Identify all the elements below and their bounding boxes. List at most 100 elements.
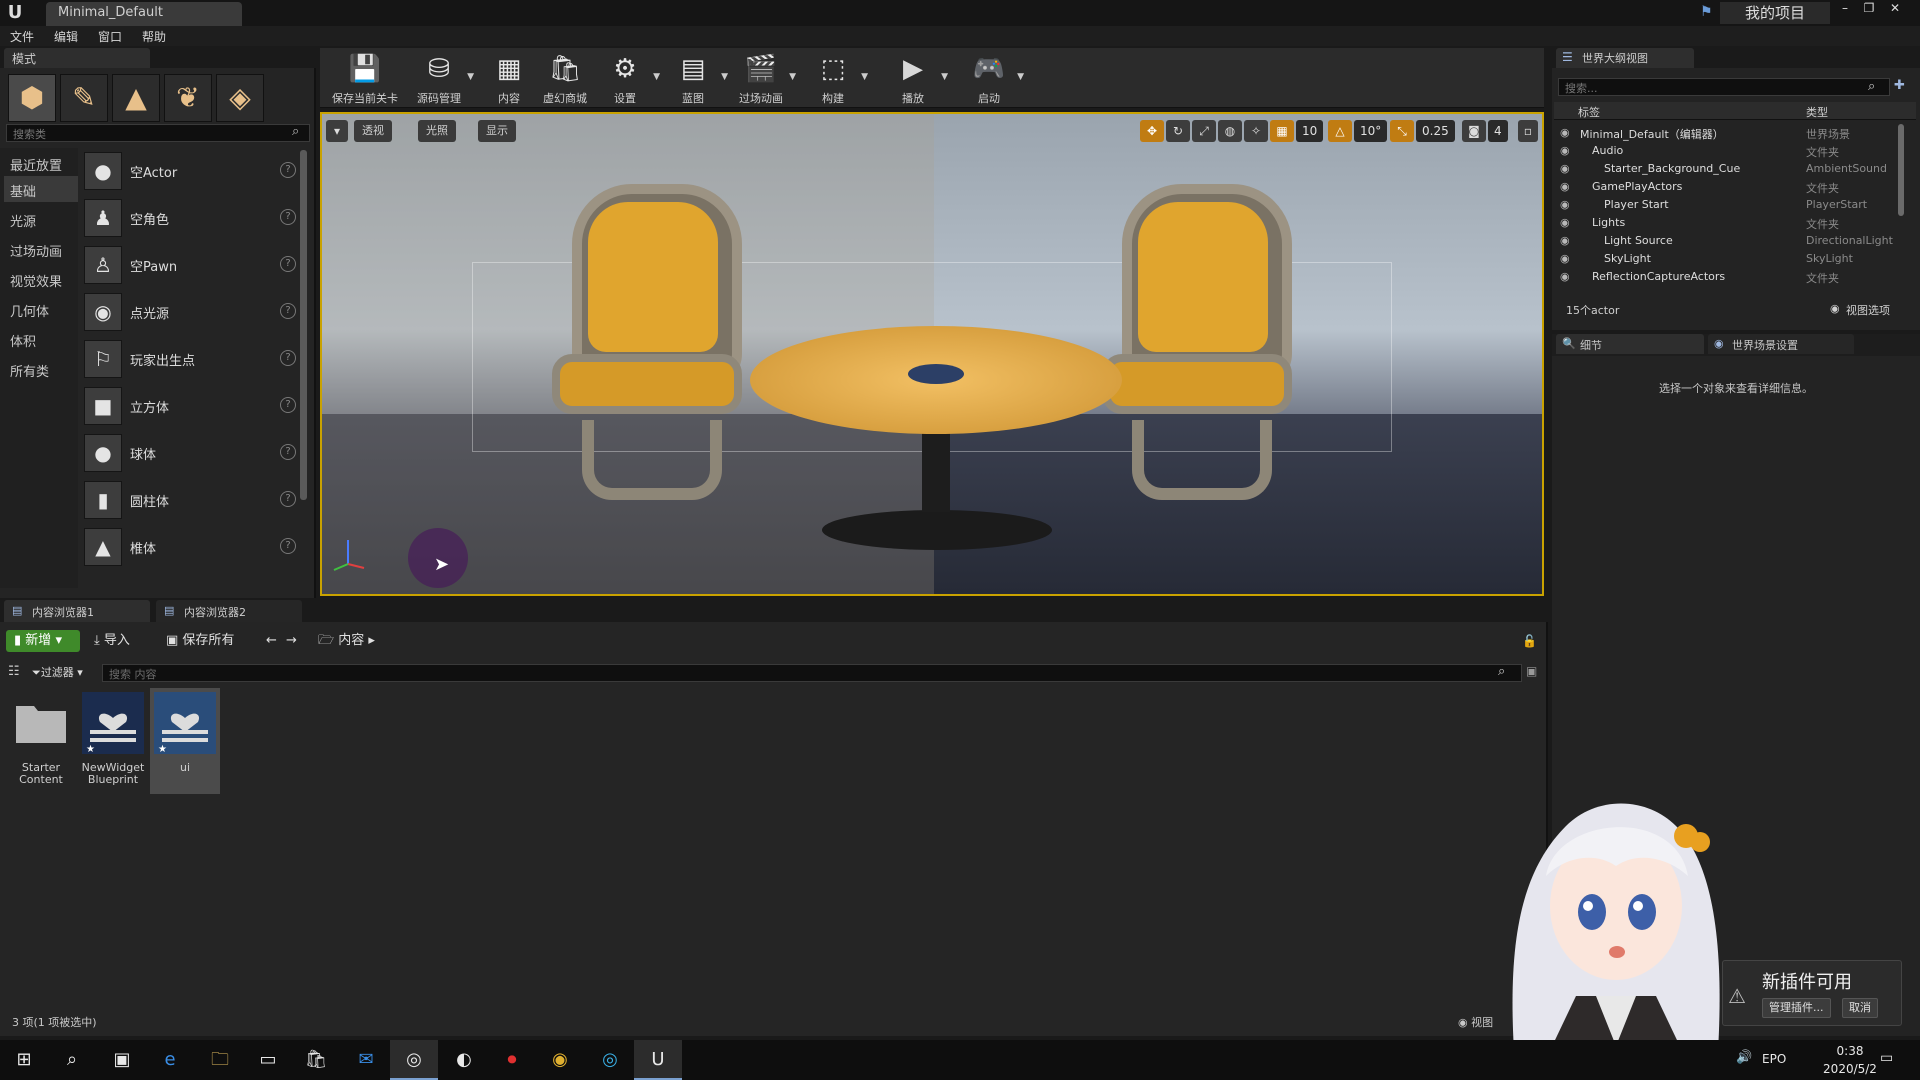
place-item-point-light[interactable]: ◉ 点光源 ? [84,289,302,335]
category-all-classes[interactable]: 所有类 [4,356,78,382]
search-icon[interactable]: ⌕ [1498,664,1505,679]
outliner-row[interactable]: ◉ GamePlayActors 文件夹 [1554,178,1896,196]
help-icon[interactable]: ? [280,397,296,413]
help-icon[interactable]: ? [280,444,296,460]
column-label[interactable]: 标签 [1578,104,1600,120]
rotation-snap-value[interactable]: 10° [1354,120,1388,142]
notification-flag-icon[interactable]: ⚑ [1700,4,1716,20]
category-cinematic[interactable]: 过场动画 [4,236,78,262]
visibility-eye-icon[interactable]: ◉ [1560,198,1570,211]
chair-right[interactable] [1092,184,1312,504]
place-item-sphere[interactable]: ● 球体 ? [84,430,302,476]
modes-tab[interactable]: 模式 [4,48,150,68]
place-item-empty-character[interactable]: ♟ 空角色 ? [84,195,302,241]
menu-file[interactable]: 文件 [10,28,34,45]
level-tab[interactable]: Minimal_Default [46,2,242,26]
place-item-cone[interactable]: ▲ 椎体 ? [84,524,302,570]
details-tab[interactable]: 细节 [1556,334,1704,354]
content-search-input[interactable]: 搜索 内容 [102,664,1522,682]
launch-button[interactable]: 🎮 启动 ▼ [952,48,1026,108]
place-item-empty-actor[interactable]: ● 空Actor ? [84,148,302,194]
place-mode-icon[interactable]: ⬢ [8,74,56,122]
visibility-eye-icon[interactable]: ◉ [1560,270,1570,283]
outliner-row[interactable]: ◉ ReflectionCaptureActors 文件夹 [1554,268,1896,286]
column-type[interactable]: 类型 [1806,104,1828,120]
help-icon[interactable]: ? [280,491,296,507]
store-icon[interactable]: 🛍 [292,1040,340,1080]
modes-search-input[interactable]: 搜索类 [6,124,310,142]
place-item-cylinder[interactable]: ▮ 圆柱体 ? [84,477,302,523]
sources-toggle-icon[interactable]: ☷ [8,664,20,679]
outliner-row[interactable]: ◉ Minimal_Default（编辑器） 世界场景 [1554,124,1896,142]
visibility-eye-icon[interactable]: ◉ [1560,180,1570,193]
outliner-row[interactable]: ◉ Lights 文件夹 [1554,214,1896,232]
place-item-cube[interactable]: ■ 立方体 ? [84,383,302,429]
asset-starter-content[interactable]: Starter Content [6,688,76,794]
action-center-icon[interactable]: ▭ [1880,1050,1893,1066]
paint-mode-icon[interactable]: ✎ [60,74,108,122]
chrome-icon[interactable]: ◉ [536,1040,584,1080]
grid-snap-value[interactable]: 10 [1296,120,1324,142]
world-settings-tab[interactable]: 世界场景设置 [1708,334,1854,354]
record-icon[interactable]: ⏺ [488,1040,536,1080]
lit-dropdown[interactable]: 光照 [418,120,456,142]
windows-start-icon[interactable]: ⊞ [0,1040,48,1080]
blueprints-button[interactable]: ▤ 蓝图 ▼ [656,48,730,108]
play-button[interactable]: ▶ 播放 ▼ [876,48,950,108]
app-icon[interactable]: ◐ [440,1040,488,1080]
rotate-icon[interactable]: ↻ [1166,120,1190,142]
chair-left[interactable] [542,184,762,504]
visibility-eye-icon[interactable]: ◉ [1560,252,1570,265]
input-language[interactable]: EPO [1762,1052,1786,1066]
save-all-button[interactable]: ▣ 保存所有 [166,630,234,652]
unreal-engine-icon[interactable]: U [634,1040,682,1080]
scale-icon[interactable]: ⤢ [1192,120,1216,142]
cancel-button[interactable]: 取消 [1842,998,1878,1018]
edge-browser-icon[interactable]: e [146,1040,194,1080]
category-geometry[interactable]: 几何体 [4,296,78,322]
visibility-eye-icon[interactable]: ◉ [1560,216,1570,229]
path-breadcrumb[interactable]: 🗁 内容 ▸ [318,630,375,652]
menu-edit[interactable]: 编辑 [54,28,78,45]
table-base[interactable] [822,510,1052,550]
add-new-button[interactable]: ▮ 新增 ▾ [6,630,80,652]
back-arrow-icon[interactable]: ← [266,630,277,652]
camera-speed-value[interactable]: 4 [1488,120,1508,142]
category-volumes[interactable]: 体积 [4,326,78,352]
mail-icon[interactable]: ✉ [342,1040,390,1080]
chevron-down-icon[interactable]: ▼ [941,72,948,82]
help-icon[interactable]: ? [280,209,296,225]
outliner-tab[interactable]: 世界大纲视图 [1556,48,1694,68]
visibility-eye-icon[interactable]: ◉ [1560,144,1570,157]
view-options-button[interactable]: 视图选项 [1846,302,1890,318]
asset-ui[interactable]: ★ ui [150,688,220,794]
grid-snap-icon[interactable]: ▦ [1270,120,1294,142]
clock[interactable]: 0:38 2020/5/2 [1810,1042,1890,1078]
landscape-mode-icon[interactable]: ▲ [112,74,160,122]
close-icon[interactable]: ✕ [1884,0,1906,18]
maximize-viewport-icon[interactable]: ▫ [1518,120,1538,142]
translate-icon[interactable]: ✥ [1140,120,1164,142]
viewport-menu-icon[interactable]: ▾ [326,120,348,142]
asset-newwidget-blueprint[interactable]: ★ NewWidget Blueprint [78,688,148,794]
help-icon[interactable]: ? [280,538,296,554]
outliner-row[interactable]: ◉ SkyLight SkyLight [1554,250,1896,268]
visibility-eye-icon[interactable]: ◉ [1560,234,1570,247]
pin-icon[interactable]: ✚ [1894,78,1905,93]
menu-help[interactable]: 帮助 [142,28,166,45]
chevron-down-icon[interactable]: ▼ [789,72,796,82]
content-browser-tab-2[interactable]: 内容浏览器2 [156,600,302,622]
category-recent[interactable]: 最近放置 [4,150,78,176]
search-icon[interactable]: ⌕ [1868,79,1875,94]
minimize-icon[interactable]: – [1834,0,1856,18]
scale-snap-value[interactable]: 0.25 [1416,120,1455,142]
surface-snap-icon[interactable]: ✧ [1244,120,1268,142]
chevron-down-icon[interactable]: ▼ [861,72,868,82]
steam-icon[interactable]: ◎ [390,1040,438,1080]
search-icon[interactable]: ⌕ [292,124,308,140]
settings-button[interactable]: ⚙ 设置 ▼ [588,48,662,108]
menu-window[interactable]: 窗口 [98,28,122,45]
table-stem[interactable] [922,432,950,512]
place-item-player-start[interactable]: ⚐ 玩家出生点 ? [84,336,302,382]
content-browser-tab-1[interactable]: 内容浏览器1 [4,600,150,622]
